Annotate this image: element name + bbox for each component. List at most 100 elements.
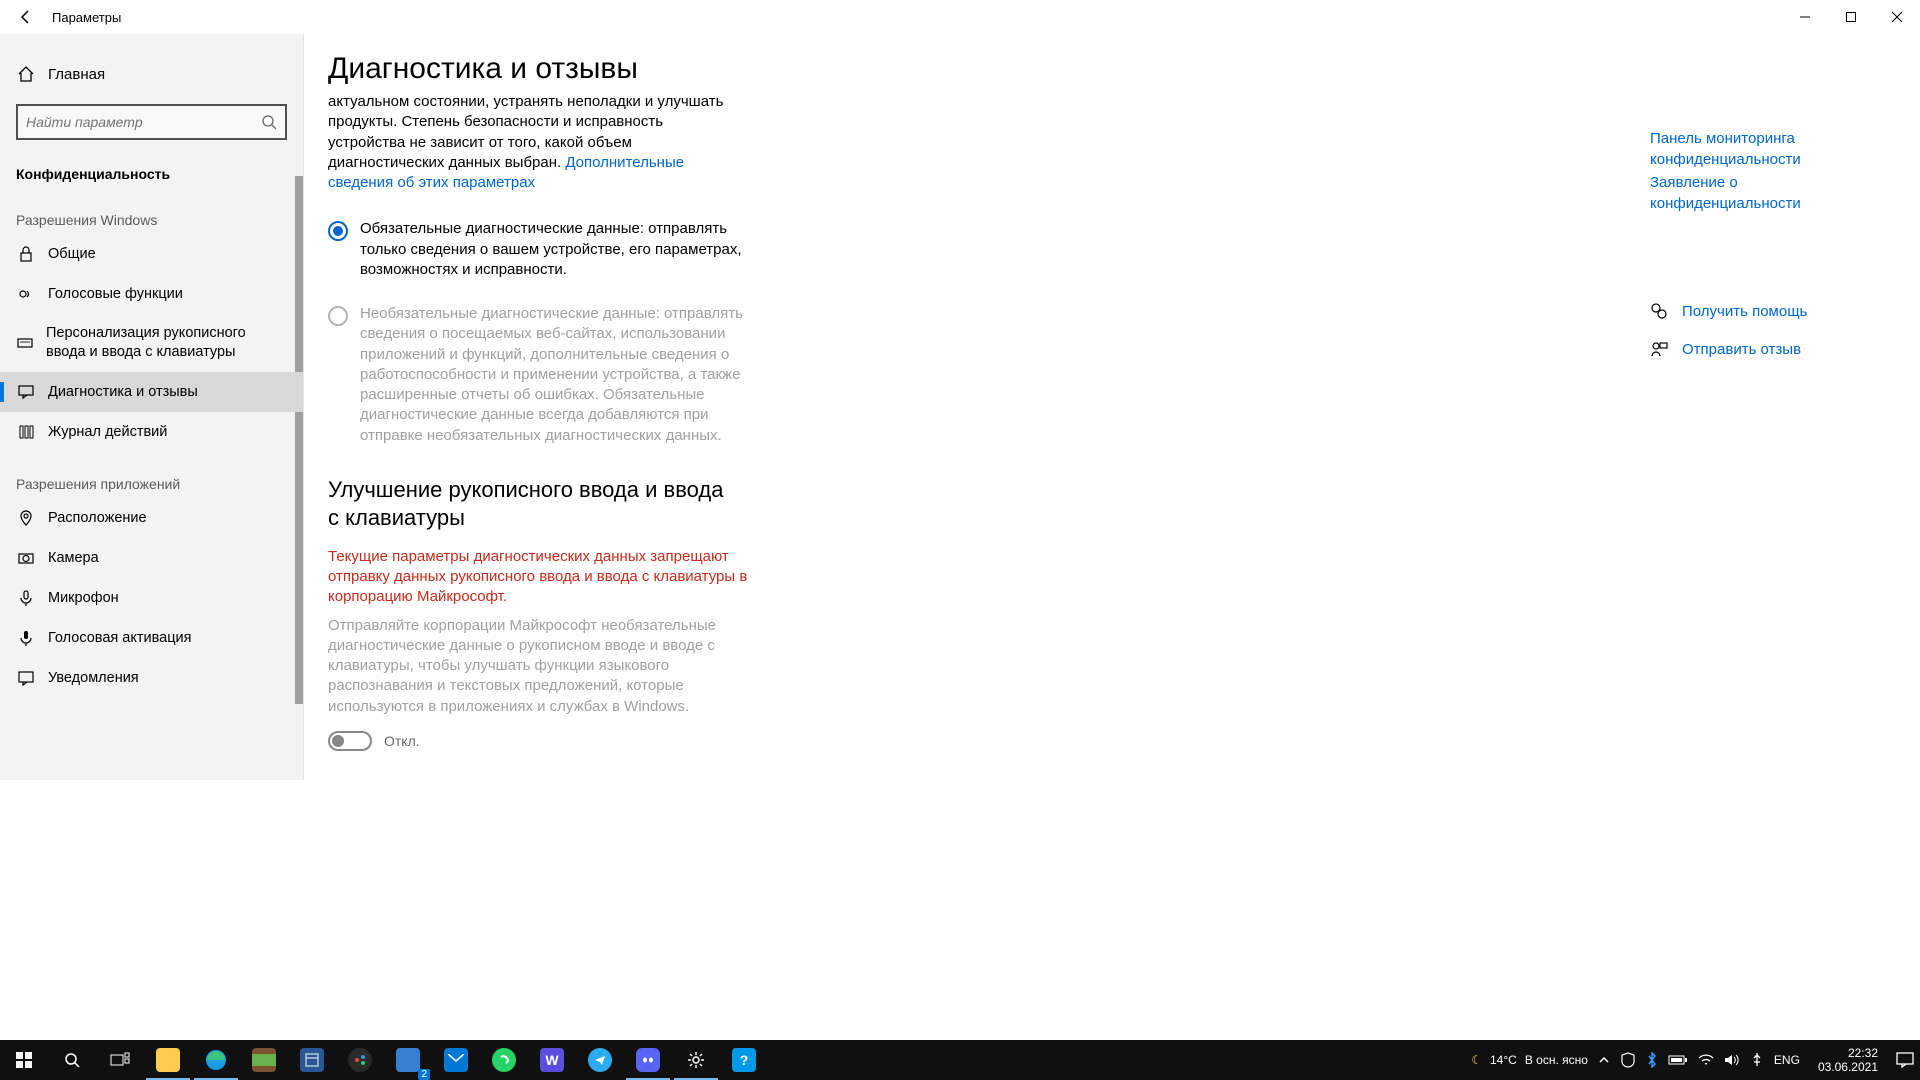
camera-icon: [16, 548, 36, 568]
edge-app[interactable]: [192, 1040, 240, 1080]
sidebar-scrollbar[interactable]: [295, 176, 303, 704]
settings-app[interactable]: [672, 1040, 720, 1080]
sidebar-item-label: Микрофон: [48, 590, 119, 606]
search-input[interactable]: [26, 114, 261, 130]
intro-paragraph: актуальном состоянии, устранять неполадк…: [328, 92, 738, 193]
sidebar-item-diagnostics[interactable]: Диагностика и отзывы: [0, 372, 303, 412]
date-label: 03.06.2021: [1818, 1060, 1878, 1074]
group-header-apps: Разрешения приложений: [0, 452, 303, 498]
sidebar-item-label: Диагностика и отзывы: [48, 384, 198, 400]
titlebar: Параметры: [0, 0, 1920, 34]
security-icon[interactable]: [1620, 1052, 1636, 1068]
discord-app[interactable]: [624, 1040, 672, 1080]
sidebar-item-voice[interactable]: Голосовые функции: [0, 274, 303, 314]
sidebar-item-label: Персонализация рукописного ввода и ввода…: [46, 324, 287, 362]
sidebar: Главная Конфиденциальность Разрешения Wi…: [0, 34, 304, 780]
sidebar-item-camera[interactable]: Камера: [0, 538, 303, 578]
sidebar-item-location[interactable]: Расположение: [0, 498, 303, 538]
back-button[interactable]: [8, 0, 44, 34]
feedback-icon: [16, 382, 36, 402]
wps-app[interactable]: W: [528, 1040, 576, 1080]
explorer-app[interactable]: [144, 1040, 192, 1080]
sidebar-item-activity[interactable]: Журнал действий: [0, 412, 303, 452]
notifications-icon: [16, 668, 36, 688]
radio-button-icon: [328, 306, 348, 326]
usb-icon[interactable]: [1750, 1052, 1764, 1068]
feedback-label: Отправить отзыв: [1682, 341, 1801, 358]
edge-icon: [204, 1048, 228, 1072]
voice-icon: [16, 284, 36, 304]
start-button[interactable]: [0, 1040, 48, 1080]
radio-required-data[interactable]: Обязательные диагностические данные: отп…: [328, 219, 748, 280]
ink-heading: Улучшение рукописного ввода и ввода с кл…: [328, 476, 738, 533]
home-icon: [16, 64, 36, 84]
whatsapp-app[interactable]: [480, 1040, 528, 1080]
mail-app[interactable]: [432, 1040, 480, 1080]
volume-icon[interactable]: [1724, 1053, 1740, 1067]
home-button[interactable]: Главная: [0, 54, 303, 94]
weather-temp: 14°C: [1490, 1053, 1517, 1067]
battery-icon[interactable]: [1668, 1054, 1688, 1066]
radio-label: Необязательные диагностические данные: о…: [360, 304, 748, 446]
file-app[interactable]: 2: [384, 1040, 432, 1080]
help-app[interactable]: ?: [720, 1040, 768, 1080]
taskview-button[interactable]: [96, 1040, 144, 1080]
sidebar-item-microphone[interactable]: Микрофон: [0, 578, 303, 618]
content-area: Диагностика и отзывы актуальном состояни…: [304, 34, 1920, 780]
close-button[interactable]: [1874, 0, 1920, 34]
action-center-icon[interactable]: [1896, 1052, 1914, 1068]
microphone-icon: [16, 588, 36, 608]
maximize-button[interactable]: [1828, 0, 1874, 34]
help-icon: [1650, 302, 1668, 320]
language-indicator[interactable]: ENG: [1774, 1053, 1800, 1067]
search-box[interactable]: [16, 104, 287, 140]
system-tray: ☾ 14°C В осн. ясно ENG 22:32 03.06.2021: [1471, 1046, 1920, 1075]
minimize-button[interactable]: [1782, 0, 1828, 34]
minecraft-icon: [252, 1048, 276, 1072]
ink-warning: Текущие параметры диагностических данных…: [328, 547, 748, 608]
category-title: Конфиденциальность: [0, 156, 303, 188]
toggle-label: Откл.: [384, 733, 420, 749]
resolve-icon: [348, 1048, 372, 1072]
sidebar-item-general[interactable]: Общие: [0, 234, 303, 274]
badge-count: 2: [418, 1069, 430, 1080]
resolve-app[interactable]: [336, 1040, 384, 1080]
help-icon: ?: [732, 1048, 756, 1072]
keyboard-icon: [16, 333, 34, 353]
help-label: Получить помощь: [1682, 303, 1807, 320]
radio-button-icon: [328, 221, 348, 241]
time-label: 22:32: [1818, 1046, 1878, 1060]
search-icon: [60, 1048, 84, 1072]
minecraft-app[interactable]: [240, 1040, 288, 1080]
sidebar-item-inking[interactable]: Персонализация рукописного ввода и ввода…: [0, 314, 303, 372]
search-button[interactable]: [48, 1040, 96, 1080]
ink-toggle[interactable]: [328, 731, 372, 751]
bluetooth-icon[interactable]: [1646, 1052, 1658, 1068]
sidebar-item-label: Журнал действий: [48, 424, 167, 440]
clock[interactable]: 22:32 03.06.2021: [1810, 1046, 1886, 1075]
taskview-icon: [108, 1048, 132, 1072]
voice-activation-icon: [16, 628, 36, 648]
privacy-dashboard-link[interactable]: Панель мониторинга конфиденциальности: [1650, 128, 1880, 170]
search-icon: [261, 114, 277, 130]
privacy-statement-link[interactable]: Заявление о конфиденциальности: [1650, 172, 1880, 214]
tray-chevron-up-icon[interactable]: [1598, 1054, 1610, 1066]
location-icon: [16, 508, 36, 528]
radio-optional-data[interactable]: Необязательные диагностические данные: о…: [328, 304, 748, 446]
gear-icon: [684, 1048, 708, 1072]
sidebar-item-voice-activation[interactable]: Голосовая активация: [0, 618, 303, 658]
windows-icon: [12, 1048, 36, 1072]
get-help-link[interactable]: Получить помощь: [1650, 302, 1880, 320]
calculator-icon: [300, 1048, 324, 1072]
weather-widget[interactable]: ☾ 14°C В осн. ясно: [1471, 1053, 1588, 1067]
sidebar-item-label: Камера: [48, 550, 99, 566]
telegram-app[interactable]: [576, 1040, 624, 1080]
window-title: Параметры: [52, 10, 121, 25]
sidebar-item-notifications[interactable]: Уведомления: [0, 658, 303, 698]
wifi-icon[interactable]: [1698, 1053, 1714, 1067]
weather-icon: ☾: [1471, 1053, 1482, 1067]
send-feedback-link[interactable]: Отправить отзыв: [1650, 340, 1880, 358]
calculator-app[interactable]: [288, 1040, 336, 1080]
sidebar-item-label: Общие: [48, 246, 96, 262]
home-label: Главная: [48, 66, 105, 83]
